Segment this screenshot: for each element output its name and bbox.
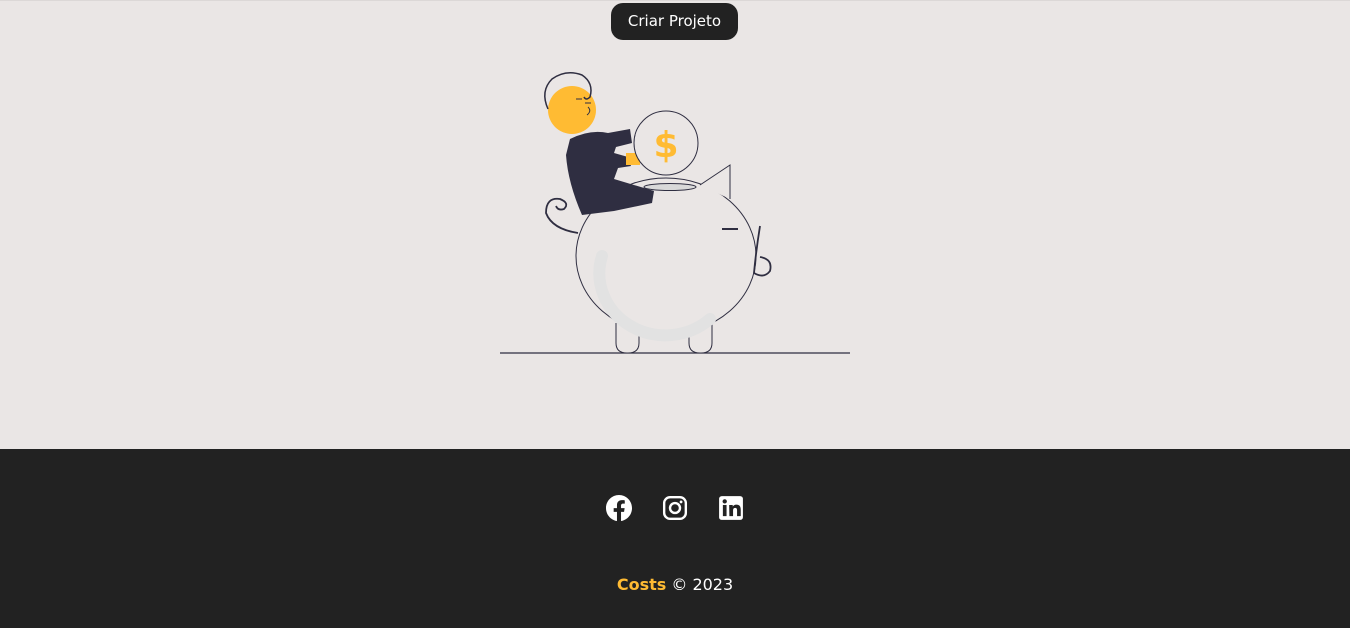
- instagram-link[interactable]: [662, 495, 688, 521]
- footer: Costs © 2023: [0, 449, 1350, 628]
- facebook-link[interactable]: [606, 495, 632, 521]
- linkedin-link[interactable]: [718, 495, 744, 521]
- linkedin-icon: [719, 496, 743, 520]
- social-links: [0, 495, 1350, 523]
- piggy-bank-illustration: $: [500, 72, 850, 354]
- copyright-year: © 2023: [671, 575, 734, 594]
- svg-text:$: $: [653, 125, 678, 166]
- copyright-text: Costs © 2023: [0, 575, 1350, 594]
- brand-name: Costs: [616, 575, 667, 594]
- home-section: Criar Projeto $: [0, 0, 1350, 449]
- create-project-button[interactable]: Criar Projeto: [611, 3, 738, 40]
- instagram-icon: [662, 495, 688, 521]
- facebook-icon: [606, 495, 632, 521]
